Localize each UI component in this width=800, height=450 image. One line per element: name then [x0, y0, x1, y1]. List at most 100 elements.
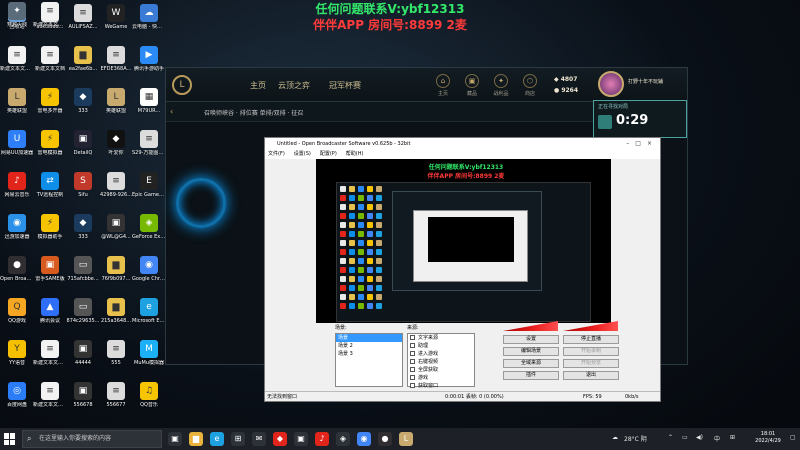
desktop-shortcut[interactable]: ● Open Broadcast... [0, 254, 34, 292]
desktop-shortcut[interactable]: ≡ EFDE368A... [99, 44, 133, 82]
desktop-shortcut[interactable]: ◉ Google Chrome [132, 254, 166, 292]
quick-nav-item[interactable]: ✦ 战利品 [488, 74, 514, 97]
source-list[interactable]: 文字来源 助理 进入游戏 右键视频 全屏获取 游戏 获取窗口 [407, 333, 475, 390]
maximize-icon[interactable]: □ [635, 140, 647, 147]
store-icon[interactable]: ⊞ [231, 432, 245, 446]
obs-button[interactable]: 插件 [503, 371, 559, 380]
source-item[interactable]: 获取窗口 [408, 382, 474, 390]
source-checkbox[interactable] [410, 351, 415, 356]
desktop-shortcut[interactable]: ≡ 新建文本文档(4) [33, 0, 67, 38]
desktop-shortcut[interactable]: ⚡ 雷电模拟器 [33, 128, 67, 166]
ime-mode-icon[interactable]: ⊞ [730, 434, 735, 441]
desktop-shortcut[interactable]: ♫ QQ音乐 [132, 380, 166, 418]
desktop-shortcut[interactable]: ◈ GeForce Experience [132, 212, 166, 250]
obs-menu-item[interactable]: 配置(P) [320, 151, 337, 157]
desktop-shortcut[interactable]: ≡ 555 [99, 338, 133, 376]
desktop-shortcut[interactable]: ▶ 腾讯手游助手 [132, 44, 166, 82]
file-explorer-icon[interactable]: ▆ [189, 432, 203, 446]
desktop-shortcut[interactable]: S Sifu [66, 170, 100, 208]
desktop-shortcut[interactable]: ⚡ 模拟器助手 [33, 212, 67, 250]
desktop-shortcut[interactable]: ▆ 76f9b097... [99, 254, 133, 292]
minimize-icon[interactable]: – [626, 140, 635, 147]
nav-clash[interactable]: 冠军杯赛 [329, 80, 361, 91]
nav-home[interactable]: 主页 [250, 80, 266, 91]
obs-menu-item[interactable]: 设置(S) [294, 151, 311, 157]
source-item[interactable]: 全屏获取 [408, 366, 474, 374]
desktop-shortcut[interactable]: ▦ M79UR... [132, 86, 166, 124]
source-item[interactable]: 助理 [408, 342, 474, 350]
chrome-icon[interactable]: ◉ [357, 432, 371, 446]
app-icon[interactable]: ▣ [294, 432, 308, 446]
lol-logo-icon[interactable]: L [172, 75, 192, 95]
source-item[interactable]: 右键视频 [408, 358, 474, 366]
taskbar-clock[interactable]: 18:01 2022/4/29 [748, 431, 788, 445]
desktop-shortcut[interactable]: ◆ 333 [66, 86, 100, 124]
desktop-shortcut[interactable]: ▭ 715afcbbe... [66, 254, 100, 292]
lol-icon[interactable]: L [399, 432, 413, 446]
app-icon[interactable]: ◆ [273, 432, 287, 446]
source-checkbox[interactable] [410, 367, 415, 372]
source-item[interactable]: 游戏 [408, 374, 474, 382]
close-icon[interactable]: × [647, 140, 658, 147]
obs-button[interactable]: 开始录制 [563, 347, 619, 356]
desktop-shortcut[interactable]: M MuMu模拟器 [132, 338, 166, 376]
taskbar-search-input[interactable]: ⌕ 在这里输入你要搜索的内容 [22, 430, 162, 448]
desktop-shortcut[interactable]: ▲ 腾讯会议 [33, 296, 67, 334]
desktop-shortcut[interactable]: ▣ 44444 [66, 338, 100, 376]
obs-button[interactable]: 编辑场景 [503, 347, 559, 356]
netease-music-icon[interactable]: ♪ [315, 432, 329, 446]
desktop-shortcut[interactable]: ▣ 雷手SAME版 [33, 254, 67, 292]
profile-avatar[interactable] [598, 71, 624, 97]
mail-icon[interactable]: ✉ [252, 432, 266, 446]
desktop-shortcut[interactable]: ≡ 新建文本文档 [33, 44, 67, 82]
desktop-shortcut[interactable]: ≡ 新建文本文档(5) [0, 44, 34, 82]
obs-menu-item[interactable]: 帮助(H) [346, 151, 364, 157]
desktop-shortcut[interactable]: ≡ 42989-926... [99, 170, 133, 208]
desktop-shortcut[interactable]: ◆ 333 [66, 212, 100, 250]
quick-nav-item[interactable]: ⌂ 主页 [430, 74, 456, 97]
desktop-shortcut[interactable]: ▣ @WL@G4... [99, 212, 133, 250]
notification-icon[interactable]: ▢ [790, 434, 796, 441]
obs-button[interactable]: 设置 [503, 335, 559, 344]
source-checkbox[interactable] [410, 383, 415, 388]
desktop-shortcut[interactable]: ☁ 云电脑 - 快捷方式 [132, 2, 166, 40]
source-checkbox[interactable] [410, 359, 415, 364]
task-view-icon[interactable]: ▣ [168, 432, 182, 446]
desktop-shortcut[interactable]: ▣ 556678 [66, 380, 100, 418]
source-checkbox[interactable] [410, 335, 415, 340]
queue-timer-panel[interactable]: 正在寻找对局 0:29 [593, 100, 687, 138]
desktop-shortcut[interactable]: ▆ ea2fae6b... [66, 44, 100, 82]
desktop-shortcut[interactable]: ≡ 新建文本文档(3) [33, 380, 67, 418]
windows-start-icon[interactable] [4, 433, 16, 445]
desktop-shortcut[interactable]: Q QQ游戏 [0, 296, 34, 334]
source-item[interactable]: 文字来源 [408, 334, 474, 342]
desktop-shortcut[interactable]: ▣ DetailQ [66, 128, 100, 166]
obs-button[interactable]: 全域来源 [503, 359, 559, 368]
desktop-shortcut[interactable]: ◉ 迅游加速器 [0, 212, 34, 250]
source-checkbox[interactable] [410, 343, 415, 348]
desktop-shortcut[interactable]: ⇄ TV远程控制 [33, 170, 67, 208]
desktop-shortcut[interactable]: E Epic Games Launcher [132, 170, 166, 208]
quick-nav-item[interactable]: ▣ 藏品 [459, 74, 485, 97]
profile-name[interactable]: 打野十年不玩辅 [628, 78, 686, 85]
desktop-shortcut[interactable]: ◎ 百度网盘 [0, 380, 34, 418]
desktop-shortcut[interactable]: U 网易UU加速器 [0, 128, 34, 166]
nav-tft[interactable]: 云顶之弈 [278, 80, 310, 91]
quick-nav-item[interactable]: ⬡ 商店 [517, 74, 543, 97]
desktop-shortcut[interactable]: ≡ 556677 [99, 380, 133, 418]
network-icon[interactable]: ▭ [682, 434, 688, 441]
obs-icon[interactable]: ● [378, 432, 392, 446]
obs-menu-item[interactable]: 文件(F) [268, 151, 285, 157]
desktop-shortcut[interactable]: L 英雄联盟 [0, 86, 34, 124]
desktop-shortcut[interactable]: ◆ 叶爱你 [99, 128, 133, 166]
obs-button[interactable]: 停止直播 [563, 335, 619, 344]
scene-item[interactable]: 场景 3 [336, 350, 402, 358]
desktop-shortcut[interactable]: L 英雄联盟 [99, 86, 133, 124]
obs-button[interactable]: 退出 [563, 371, 619, 380]
app-icon[interactable]: ◈ [336, 432, 350, 446]
weather-text[interactable]: 28°C 阴 [624, 434, 647, 443]
desktop-shortcut[interactable]: ≡ 新建文本文档(2) [33, 338, 67, 376]
desktop-shortcut[interactable]: ▆ 215a3648... [99, 296, 133, 334]
ime-indicator[interactable]: 中 [714, 434, 720, 443]
tray-chevron-icon[interactable]: ⌃ [668, 434, 673, 441]
